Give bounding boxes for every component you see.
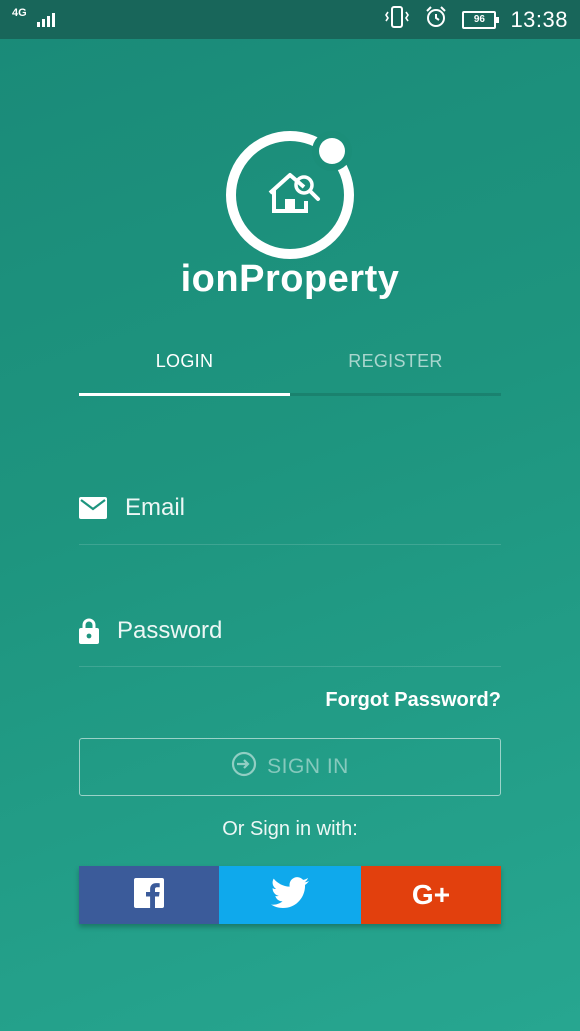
status-right: 96 13:38 [384,0,568,39]
app-title: ionProperty [180,258,400,300]
tab-indicator [79,393,290,396]
tab-login[interactable]: LOGIN [79,340,290,396]
clock: 13:38 [510,6,568,32]
password-input[interactable] [117,616,477,645]
or-sign-in-text: Or Sign in with: [222,818,358,840]
login-icon [231,751,257,783]
social-login-bar: G+ [79,866,501,924]
battery-level: 96 [473,14,485,25]
sign-in-label: SIGN IN [267,755,349,778]
lock-icon [79,617,107,645]
facebook-button[interactable] [79,866,219,924]
google-plus-button[interactable]: G+ [361,866,501,924]
sign-in-button[interactable]: SIGN IN [79,738,501,796]
status-left: 4G [12,0,55,39]
forgot-password-link[interactable]: Forgot Password? [325,689,501,712]
email-field [79,472,501,545]
house-search-icon [222,127,358,263]
mail-icon [79,494,107,522]
twitter-icon [271,876,309,914]
status-bar: 4G 96 13:38 [0,0,580,39]
password-field [79,595,501,667]
battery-icon: 96 [462,10,500,29]
auth-tabs: LOGIN REGISTER [79,340,501,396]
twitter-button[interactable] [219,866,361,924]
vibrate-icon [384,5,410,34]
network-type: 4G [12,7,27,19]
email-input[interactable] [125,494,485,522]
alarm-icon [424,5,448,34]
tab-register[interactable]: REGISTER [290,340,501,396]
facebook-icon [134,877,164,913]
google-plus-icon: G+ [411,879,451,910]
signal-icon [36,12,55,27]
